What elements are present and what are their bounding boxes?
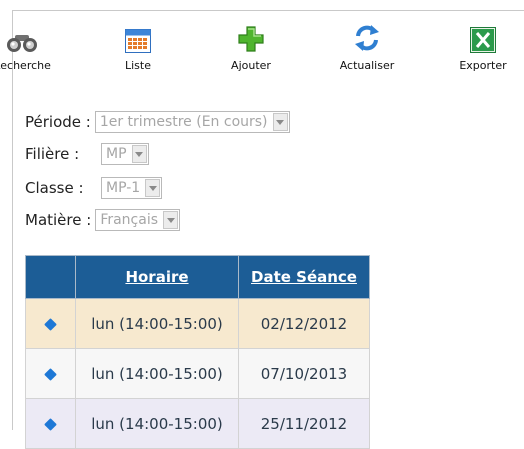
class-value: MP-1 xyxy=(106,180,141,196)
subject-value: Français xyxy=(100,212,159,228)
list-button-label: Liste xyxy=(125,59,151,72)
page-frame: Recherche Liste Ajouter xyxy=(0,10,524,449)
sessions-table: Horaire Date Séance lun (14:00-15:00) 02… xyxy=(25,255,370,449)
subject-label: Matière : xyxy=(25,211,92,229)
refresh-button[interactable]: Actualiser xyxy=(322,11,412,72)
add-button-label: Ajouter xyxy=(231,59,271,72)
row-marker[interactable] xyxy=(25,398,76,449)
search-button[interactable]: Recherche xyxy=(0,11,67,72)
date-cell: 25/11/2012 xyxy=(238,398,370,449)
refresh-icon xyxy=(322,23,412,53)
class-select[interactable]: MP-1 xyxy=(101,177,163,199)
subject-select[interactable]: Français xyxy=(95,209,181,231)
period-value: 1er trimestre (En cours) xyxy=(99,114,268,130)
date-cell: 07/10/2013 xyxy=(238,348,370,399)
chevron-down-icon[interactable] xyxy=(163,211,179,229)
plus-icon xyxy=(206,23,296,53)
stream-label: Filière : xyxy=(25,145,80,163)
calendar-list-icon xyxy=(93,23,183,53)
schedule-header-label[interactable]: Horaire xyxy=(125,268,188,286)
search-button-label: Recherche xyxy=(0,59,51,72)
date-cell: 02/12/2012 xyxy=(238,298,370,349)
table-row[interactable]: lun (14:00-15:00) 02/12/2012 xyxy=(25,298,370,349)
export-button[interactable]: Exporter xyxy=(438,11,524,72)
period-filter: Période : 1er trimestre (En cours) xyxy=(25,111,290,133)
stream-value: MP xyxy=(106,146,127,162)
subject-filter: Matière : Français xyxy=(25,209,181,231)
row-marker[interactable] xyxy=(25,298,76,349)
schedule-cell: lun (14:00-15:00) xyxy=(75,398,239,449)
class-filter: Classe : MP-1 xyxy=(25,177,163,199)
diamond-icon xyxy=(44,317,57,331)
class-label: Classe : xyxy=(25,179,84,197)
table-row[interactable]: lun (14:00-15:00) 07/10/2013 xyxy=(25,348,370,399)
chevron-down-icon[interactable] xyxy=(272,113,288,131)
diamond-icon xyxy=(44,367,57,381)
export-button-label: Exporter xyxy=(459,59,507,72)
chevron-down-icon[interactable] xyxy=(145,179,161,197)
period-select[interactable]: 1er trimestre (En cours) xyxy=(94,111,290,133)
list-button[interactable]: Liste xyxy=(93,11,183,72)
row-marker[interactable] xyxy=(25,348,76,399)
date-column-header[interactable]: Date Séance xyxy=(238,255,370,299)
schedule-column-header[interactable]: Horaire xyxy=(75,255,239,299)
refresh-button-label: Actualiser xyxy=(339,59,395,72)
stream-select[interactable]: MP xyxy=(101,143,149,165)
diamond-icon xyxy=(44,417,57,431)
schedule-cell: lun (14:00-15:00) xyxy=(75,298,239,349)
table-row[interactable]: lun (14:00-15:00) 25/11/2012 xyxy=(25,398,370,449)
schedule-cell: lun (14:00-15:00) xyxy=(75,348,239,399)
table-header-row: Horaire Date Séance xyxy=(25,255,370,299)
excel-icon xyxy=(438,23,524,53)
date-header-label[interactable]: Date Séance xyxy=(251,268,357,286)
binoculars-icon xyxy=(0,23,67,53)
add-button[interactable]: Ajouter xyxy=(206,11,296,72)
chevron-down-icon[interactable] xyxy=(131,145,147,163)
select-column-header xyxy=(25,255,76,299)
period-label: Période : xyxy=(25,113,91,131)
stream-filter: Filière : MP xyxy=(25,143,149,165)
